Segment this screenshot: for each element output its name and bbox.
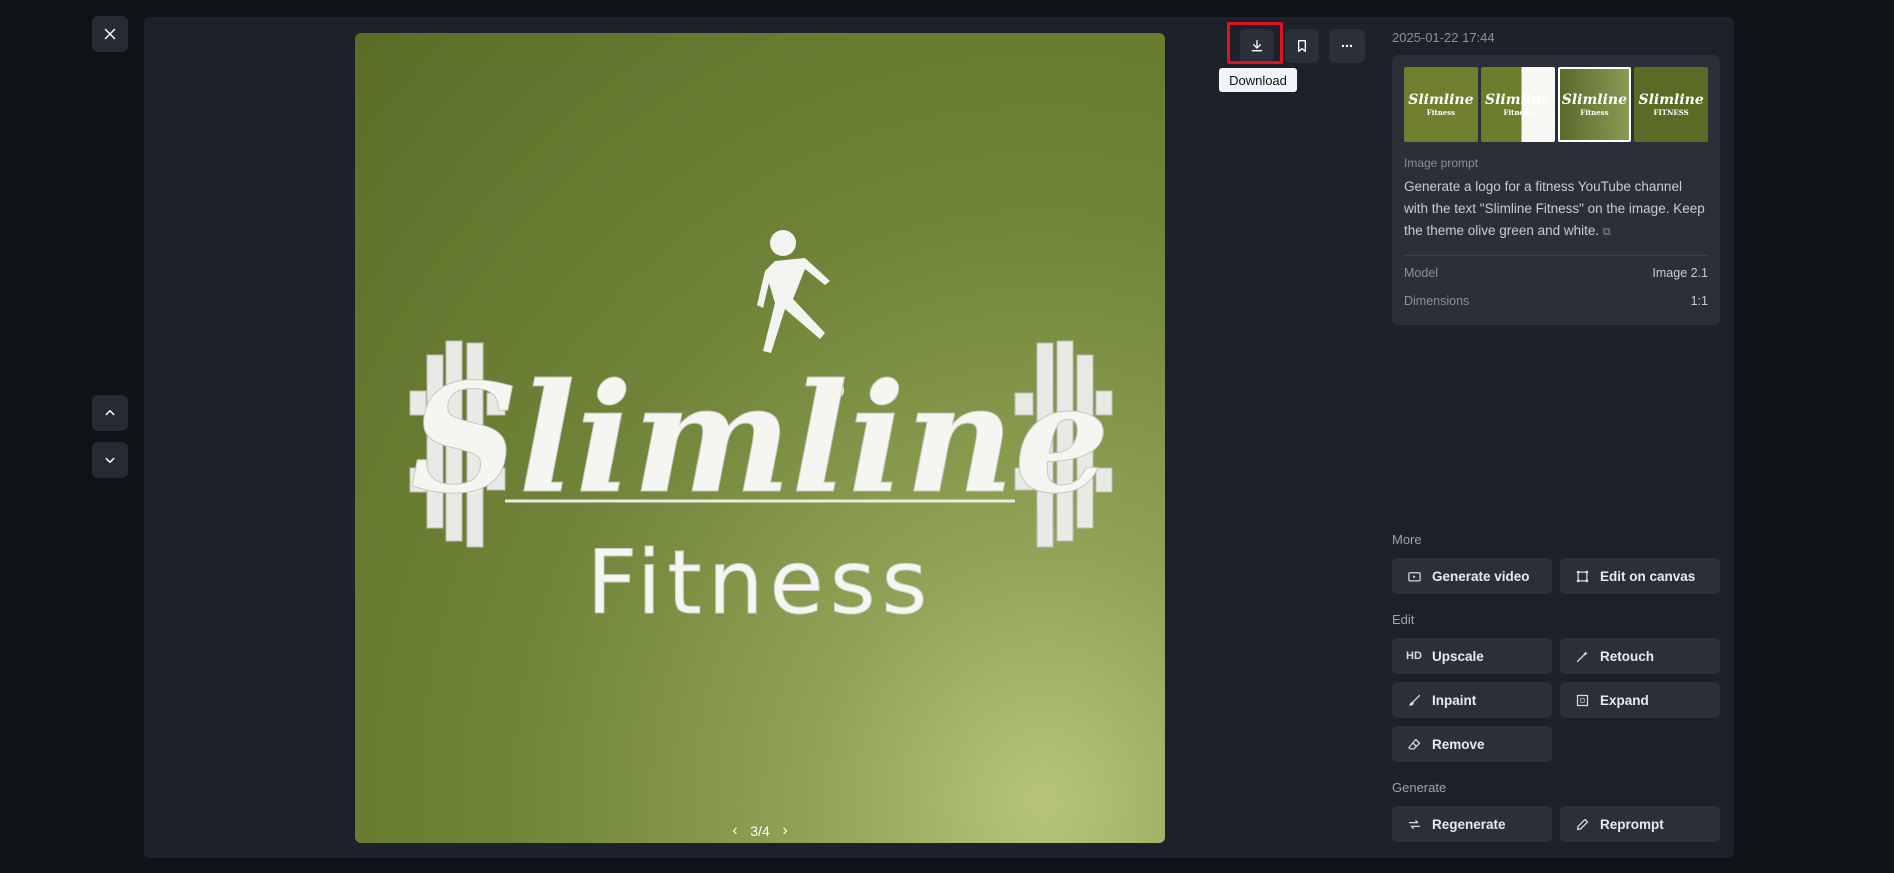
remove-button[interactable]: Remove (1392, 726, 1552, 762)
details-sidebar: 2025-01-22 17:44 Slimline Fitness Slimlin… (1392, 30, 1720, 325)
image-info-card: Slimline Fitness Slimline Fitness Slimline… (1392, 55, 1720, 325)
regenerate-button[interactable]: Regenerate (1392, 806, 1552, 842)
close-icon (104, 28, 116, 40)
model-value: Image 2.1 (1652, 266, 1708, 280)
video-icon (1406, 568, 1422, 584)
model-label: Model (1404, 266, 1439, 280)
hd-icon: HD (1406, 650, 1422, 662)
prompt-text: Generate a logo for a fitness YouTube ch… (1404, 179, 1705, 238)
logo-main-text: Slimline (410, 351, 1109, 527)
expand-button[interactable]: Expand (1560, 682, 1720, 718)
close-button[interactable] (92, 16, 128, 52)
prompt-label: Image prompt (1404, 156, 1479, 170)
thumbnail-3[interactable]: Slimline Fitness (1557, 67, 1632, 142)
generate-video-button[interactable]: Generate video (1392, 558, 1552, 594)
model-row: Model Image 2.1 (1404, 266, 1708, 280)
eraser-icon (1406, 736, 1422, 752)
edit-on-canvas-button[interactable]: Edit on canvas (1560, 558, 1720, 594)
runner-figure (757, 230, 830, 353)
dimensions-value: 1:1 (1690, 294, 1708, 308)
bookmark-button[interactable] (1285, 29, 1319, 63)
inpaint-button[interactable]: Inpaint (1392, 682, 1552, 718)
dimensions-row: Dimensions 1:1 (1404, 294, 1708, 308)
retouch-button[interactable]: Retouch (1560, 638, 1720, 674)
pencil-icon (1574, 816, 1590, 832)
divider (1404, 255, 1708, 256)
section-title-edit: Edit (1392, 612, 1415, 627)
chevron-down-icon (105, 457, 115, 463)
download-tooltip: Download (1219, 68, 1297, 92)
expand-icon (1574, 692, 1590, 708)
canvas-icon (1574, 568, 1590, 584)
refresh-icon (1406, 816, 1422, 832)
section-title-more: More (1392, 532, 1422, 547)
previous-image-button[interactable] (92, 395, 128, 431)
upscale-button[interactable]: HD Upscale (1392, 638, 1552, 674)
copy-icon[interactable]: ⧉ (1603, 226, 1611, 238)
prompt-text-block: Generate a logo for a fitness YouTube ch… (1404, 176, 1708, 243)
magic-wand-icon (1574, 648, 1590, 664)
thumbnail-4[interactable]: Slimline FITNESS (1634, 67, 1708, 142)
chevron-up-icon (105, 410, 115, 416)
timestamp: 2025-01-22 17:44 (1392, 30, 1495, 45)
generated-image: Slimline Fitness (355, 33, 1165, 843)
thumbnail-2[interactable]: Slimline Fitness (1480, 67, 1555, 142)
dimensions-label: Dimensions (1404, 294, 1470, 308)
more-horizontal-icon (1341, 44, 1353, 48)
more-options-button[interactable] (1329, 29, 1365, 63)
next-image-button[interactable] (92, 442, 128, 478)
thumbnail-1[interactable]: Slimline Fitness (1404, 67, 1478, 142)
section-title-generate: Generate (1392, 780, 1447, 795)
logo-sub-text: Fitness (587, 531, 934, 634)
chevron-right-icon[interactable]: › (778, 822, 792, 840)
bookmark-icon (1298, 40, 1306, 52)
chevron-left-icon[interactable]: ‹ (728, 822, 742, 840)
pager-count: 3/4 (750, 823, 770, 839)
image-pager: ‹ 3/4 › (728, 820, 792, 842)
reprompt-button[interactable]: Reprompt (1560, 806, 1720, 842)
logo-artwork: Slimline Fitness (409, 230, 1113, 635)
brush-icon (1406, 692, 1422, 708)
thumbnail-strip: Slimline Fitness Slimline Fitness Slimline… (1404, 67, 1708, 142)
download-highlight-box (1227, 22, 1283, 64)
